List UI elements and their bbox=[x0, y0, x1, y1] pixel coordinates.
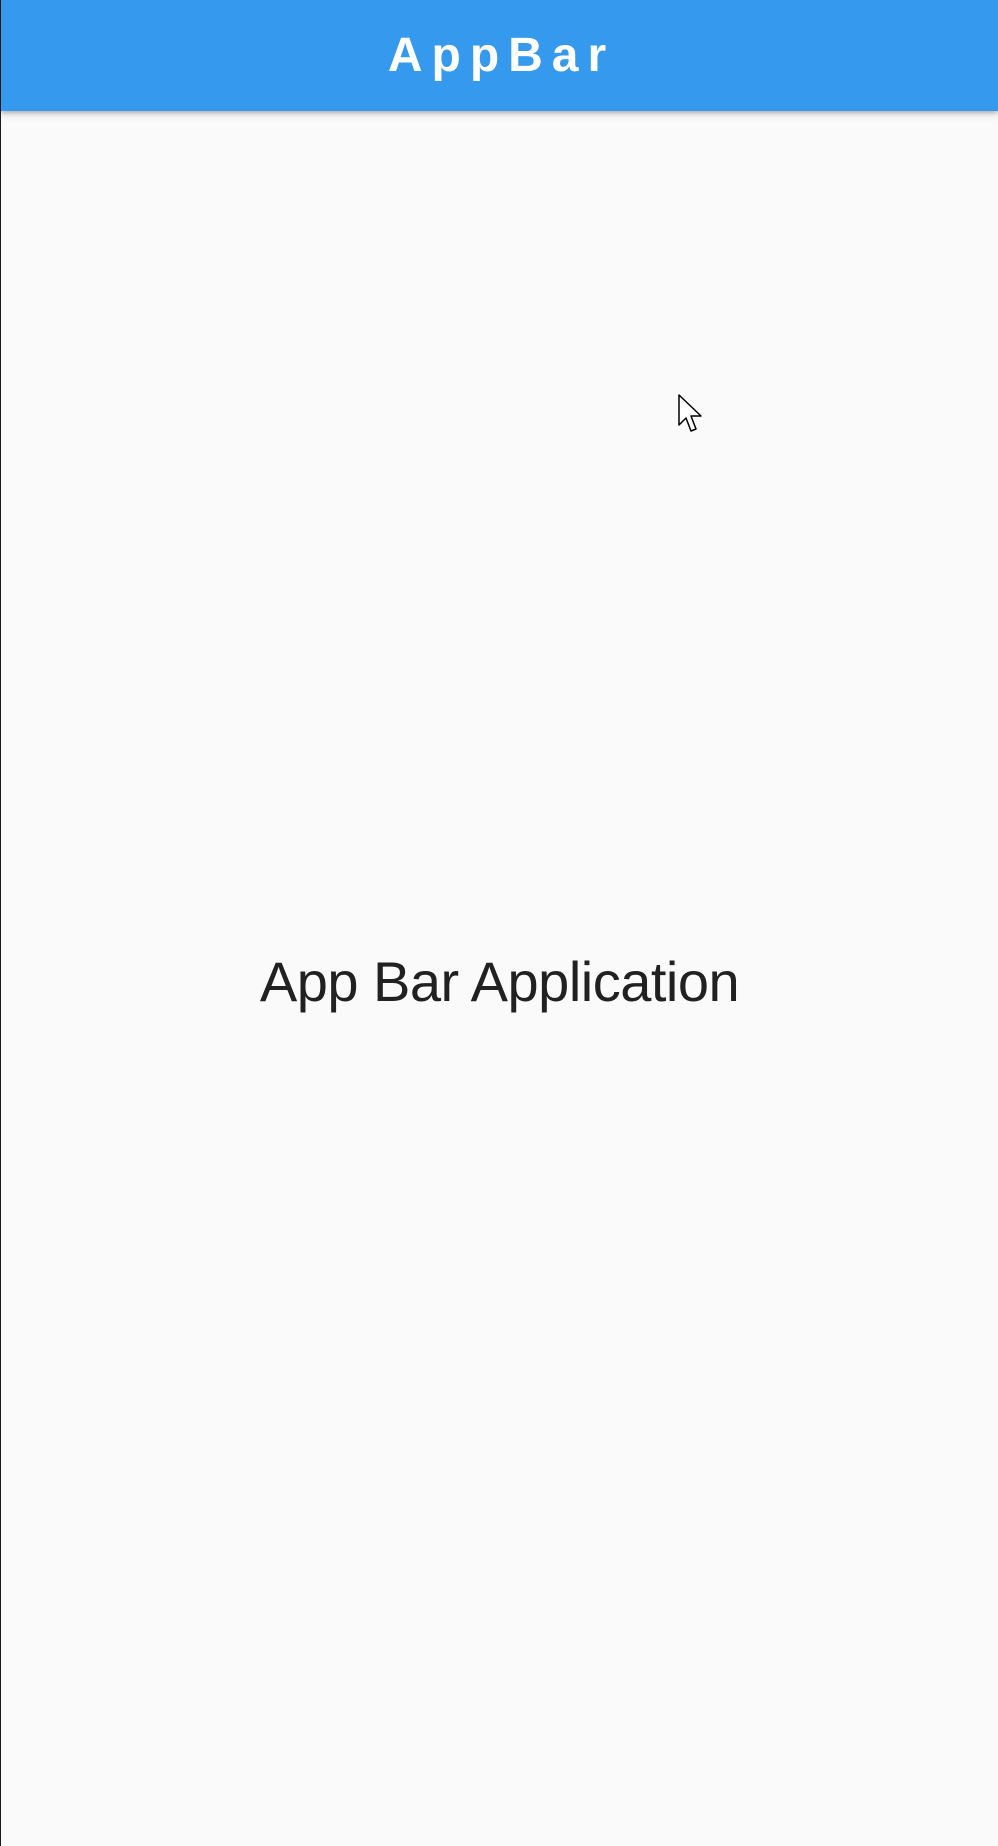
app-bar-title: AppBar bbox=[387, 28, 616, 82]
app-body: App Bar Application bbox=[1, 111, 998, 1846]
app-bar: AppBar bbox=[1, 0, 998, 111]
mouse-pointer-icon bbox=[678, 394, 702, 432]
app-screen: AppBar App Bar Application bbox=[1, 0, 998, 1846]
body-message: App Bar Application bbox=[259, 950, 740, 1013]
